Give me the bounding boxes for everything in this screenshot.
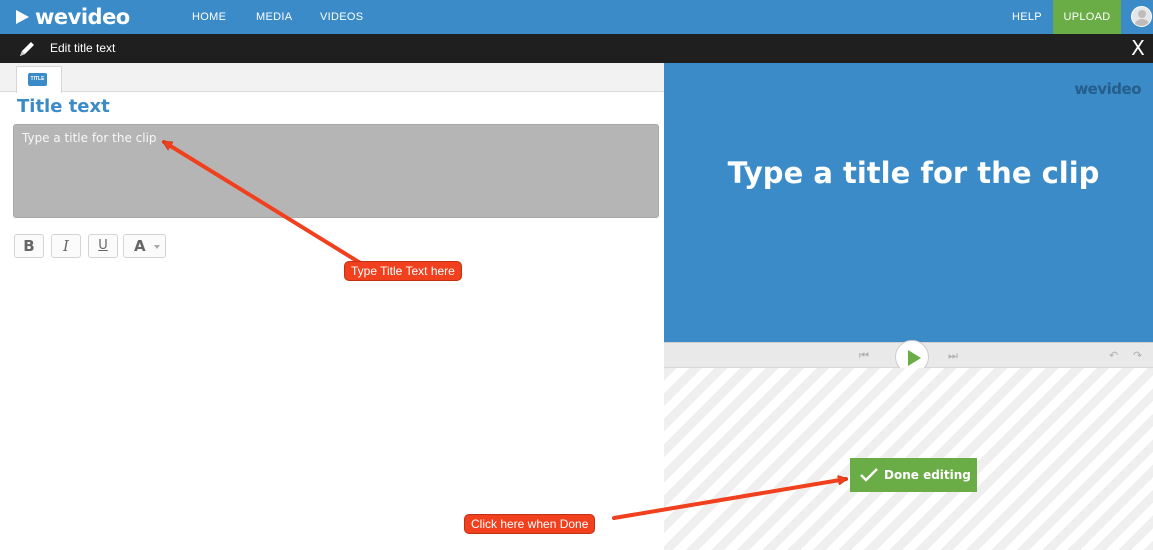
title-text-input[interactable]: Type a title for the clip: [13, 124, 659, 218]
nav-home[interactable]: HOME: [192, 0, 226, 34]
logo-text: wevideo: [35, 5, 130, 29]
editor-title: Edit title text: [50, 41, 116, 55]
tab-strip: TITLE: [0, 63, 664, 93]
top-navbar: wevideo HOME MEDIA VIDEOS HELP UPLOAD: [0, 0, 1153, 34]
preview-panel: wevideo Type a title for the clip ⏮ ⏭ ↶ …: [664, 63, 1153, 550]
upload-button[interactable]: UPLOAD: [1053, 0, 1121, 34]
close-icon[interactable]: X: [1128, 38, 1148, 58]
pencil-icon: [20, 42, 34, 56]
wevideo-watermark: wevideo: [1074, 80, 1141, 98]
underline-button[interactable]: U: [88, 234, 118, 258]
avatar-body-icon: [1134, 19, 1150, 26]
section-title: Title text: [17, 96, 110, 117]
editor-header: Edit title text X: [0, 34, 1153, 63]
app-window: wevideo HOME MEDIA VIDEOS HELP UPLOAD Ed…: [0, 0, 1153, 550]
title-tab-icon: TITLE: [28, 73, 47, 86]
done-editing-label: Done editing: [884, 468, 971, 482]
avatar-head-icon: [1138, 10, 1146, 18]
skip-forward-icon[interactable]: ⏭: [948, 343, 958, 369]
bold-button[interactable]: B: [14, 234, 44, 258]
redo-icon[interactable]: ↷: [1133, 343, 1142, 369]
wevideo-logo[interactable]: wevideo: [16, 4, 130, 30]
editor-panel: TITLE Title text Type a title for the cl…: [0, 63, 664, 550]
preview-title-text: Type a title for the clip: [727, 156, 1100, 190]
logo-play-icon: [16, 10, 29, 24]
tab-title[interactable]: TITLE: [16, 66, 62, 93]
font-color-label: A: [134, 237, 146, 255]
italic-button[interactable]: I: [51, 234, 81, 258]
skip-back-icon[interactable]: ⏮: [859, 343, 869, 369]
done-editing-button[interactable]: Done editing: [850, 458, 977, 492]
video-preview: wevideo Type a title for the clip: [664, 63, 1153, 342]
play-icon: [908, 350, 921, 366]
font-color-dropdown[interactable]: A: [123, 234, 166, 258]
checkmark-icon: [860, 468, 878, 482]
nav-media[interactable]: MEDIA: [256, 0, 292, 34]
callout-click-done: Click here when Done: [464, 514, 596, 534]
nav-videos[interactable]: VIDEOS: [320, 0, 363, 34]
undo-icon[interactable]: ↶: [1109, 343, 1118, 369]
player-controls: ⏮ ⏭ ↶ ↷: [664, 340, 1153, 374]
callout-type-title: Type Title Text here: [344, 261, 462, 281]
chevron-down-icon: [154, 245, 160, 249]
nav-help[interactable]: HELP: [1012, 0, 1042, 34]
avatar[interactable]: [1131, 6, 1152, 27]
